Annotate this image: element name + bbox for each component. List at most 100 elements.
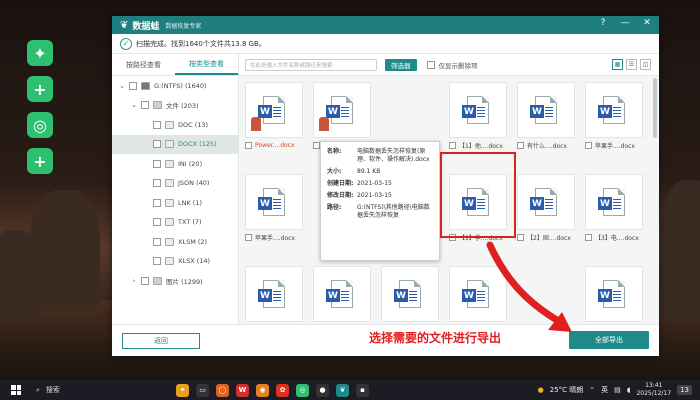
search-app-icon[interactable]: ◯ <box>216 383 229 397</box>
tree-item-checkbox[interactable] <box>141 276 149 285</box>
detail-view-icon[interactable]: ◫ <box>640 59 651 70</box>
tree-item-checkbox[interactable] <box>153 218 161 227</box>
file-thumbnail[interactable]: W <box>517 82 575 138</box>
tab-by-type[interactable]: 按类型查看 <box>175 54 238 75</box>
chevron-right-icon[interactable]: › <box>130 277 138 285</box>
network-icon[interactable]: ▤ <box>614 386 621 394</box>
ime-indicator[interactable]: 英 <box>601 385 608 395</box>
tree-item-checkbox[interactable] <box>153 179 161 188</box>
tray-expand-icon[interactable]: ⌃ <box>589 386 595 394</box>
recovery-app-icon[interactable]: ◎ <box>296 383 309 397</box>
only-deleted-toggle[interactable]: 仅显示删除项 <box>426 60 478 70</box>
title-bar[interactable]: ❦ 数据蛙 数据恢复专家 ? — ✕ <box>112 16 659 34</box>
list-view-icon[interactable]: ☰ <box>626 59 637 70</box>
tree-item[interactable]: DOCX (125) <box>112 134 238 154</box>
file-thumbnail[interactable]: W <box>313 266 371 322</box>
file-card[interactable]: W 苹果手....docx <box>585 82 643 154</box>
tab-by-path[interactable]: 按路径查看 <box>112 54 175 75</box>
grid-view-icon[interactable]: ▦ <box>612 59 623 70</box>
file-checkbox[interactable] <box>585 233 592 241</box>
file-card[interactable]: W卷取吸....docx <box>585 266 643 324</box>
file-card[interactable]: W Power....docx <box>245 82 303 154</box>
file-checkbox[interactable] <box>517 233 524 241</box>
plus-shortcut-icon[interactable]: + <box>27 148 53 174</box>
file-thumbnail[interactable]: W <box>449 82 507 138</box>
file-card[interactable]: W【1】M....docx <box>449 266 507 324</box>
file-card[interactable]: W 【1】他....docx <box>449 82 507 154</box>
file-thumbnail[interactable]: W <box>517 174 575 230</box>
file-thumbnail[interactable]: W <box>585 266 643 322</box>
file-thumbnail[interactable]: W <box>245 82 303 138</box>
tree-item-checkbox[interactable] <box>153 159 161 168</box>
file-checkbox[interactable] <box>245 141 252 149</box>
file-card[interactable]: W 有什么....docx <box>517 82 575 154</box>
app-icon[interactable]: ▪ <box>356 383 369 397</box>
minimize-icon[interactable]: — <box>619 18 631 28</box>
file-checkbox[interactable] <box>449 141 456 149</box>
tree-item[interactable]: ⌄ 文件 (203) <box>112 96 238 116</box>
desktop-shortcuts: ✦ + ◎ + <box>27 40 57 184</box>
file-checkbox[interactable] <box>585 141 592 149</box>
tree-item-checkbox[interactable] <box>153 257 161 266</box>
widgets-icon[interactable]: ✦ <box>176 383 189 397</box>
windows-start-icon[interactable] <box>8 382 24 398</box>
tree-item-checkbox[interactable] <box>153 237 161 246</box>
tree-item-checkbox[interactable] <box>153 120 161 129</box>
file-thumbnail[interactable]: W <box>585 82 643 138</box>
tree-item[interactable]: › 图片 (1299) <box>112 271 238 291</box>
recovery-shortcut-icon[interactable]: ◎ <box>27 112 53 138</box>
qq-icon[interactable]: ● <box>316 383 329 397</box>
tree-item[interactable]: TXT (7) <box>112 213 238 233</box>
tree-item-checkbox[interactable] <box>129 81 137 90</box>
file-thumbnail[interactable]: W <box>381 266 439 322</box>
taskbar-search[interactable]: ⌕ 搜索 <box>36 385 136 395</box>
tree-item[interactable]: LNK (1) <box>112 193 238 213</box>
file-thumbnail[interactable]: W <box>245 174 303 230</box>
tree-item[interactable]: XLSX (14) <box>112 252 238 272</box>
back-button[interactable]: 返回 <box>122 333 200 349</box>
file-thumbnail[interactable]: W <box>245 266 303 322</box>
file-explorer-icon[interactable]: ▭ <box>196 383 209 397</box>
file-card[interactable]: W【6】如....docx <box>245 266 303 324</box>
tooltip-size-key: 大小: <box>327 168 342 175</box>
tooltip-created-value: 2021-03-15 <box>357 180 392 187</box>
data-frog-icon[interactable]: ❦ <box>336 383 349 397</box>
file-card[interactable]: W 苹果手....docx <box>245 174 303 246</box>
notification-badge[interactable]: 13 <box>677 385 692 395</box>
tree-item[interactable]: JSON (40) <box>112 174 238 194</box>
only-deleted-checkbox[interactable] <box>426 60 435 69</box>
plus-shortcut-icon[interactable]: + <box>27 76 53 102</box>
file-card[interactable]: W【7】M....docx <box>381 266 439 324</box>
clock[interactable]: 13:41 2025/12/17 <box>636 382 671 398</box>
close-icon[interactable]: ✕ <box>641 18 653 28</box>
file-card[interactable]: W 【2】固....docx <box>517 174 575 246</box>
app-icon[interactable]: ✿ <box>276 383 289 397</box>
app-shortcut-icon[interactable]: ✦ <box>27 40 53 66</box>
help-icon[interactable]: ? <box>597 18 609 28</box>
file-card[interactable]: W 【3】电....docx <box>585 174 643 246</box>
search-input[interactable]: 在此处输入文件名称或路径来搜索 <box>245 58 377 71</box>
weather-text[interactable]: 25°C 晴朗 <box>550 385 584 395</box>
chevron-down-icon[interactable]: ⌄ <box>130 101 138 109</box>
filter-button[interactable]: 筛选器 <box>385 58 417 71</box>
browser-icon[interactable]: ◉ <box>256 383 269 397</box>
volume-icon[interactable]: ◖ <box>627 386 631 394</box>
tree-item-checkbox[interactable] <box>153 198 161 207</box>
file-thumbnail[interactable]: W <box>449 266 507 322</box>
tree-item-checkbox[interactable] <box>153 140 161 149</box>
file-thumbnail[interactable]: W <box>585 174 643 230</box>
file-card[interactable]: W【7】M....docx <box>313 266 371 324</box>
file-checkbox[interactable] <box>245 233 252 241</box>
scrollbar[interactable] <box>653 78 657 138</box>
file-thumbnail[interactable]: W <box>313 82 371 138</box>
tree-item[interactable]: ⌄ G:(NTFS) (1640) <box>112 76 238 96</box>
file-checkbox[interactable] <box>313 141 320 149</box>
tree-item[interactable]: XLSM (2) <box>112 232 238 252</box>
file-checkbox[interactable] <box>517 141 524 149</box>
tree-item-checkbox[interactable] <box>141 101 149 110</box>
export-all-button[interactable]: 全部导出 <box>569 331 649 349</box>
tree-item[interactable]: INI (20) <box>112 154 238 174</box>
tree-item[interactable]: DOC (13) <box>112 115 238 135</box>
chevron-down-icon[interactable]: ⌄ <box>118 82 126 90</box>
wps-icon[interactable]: W <box>236 383 249 397</box>
